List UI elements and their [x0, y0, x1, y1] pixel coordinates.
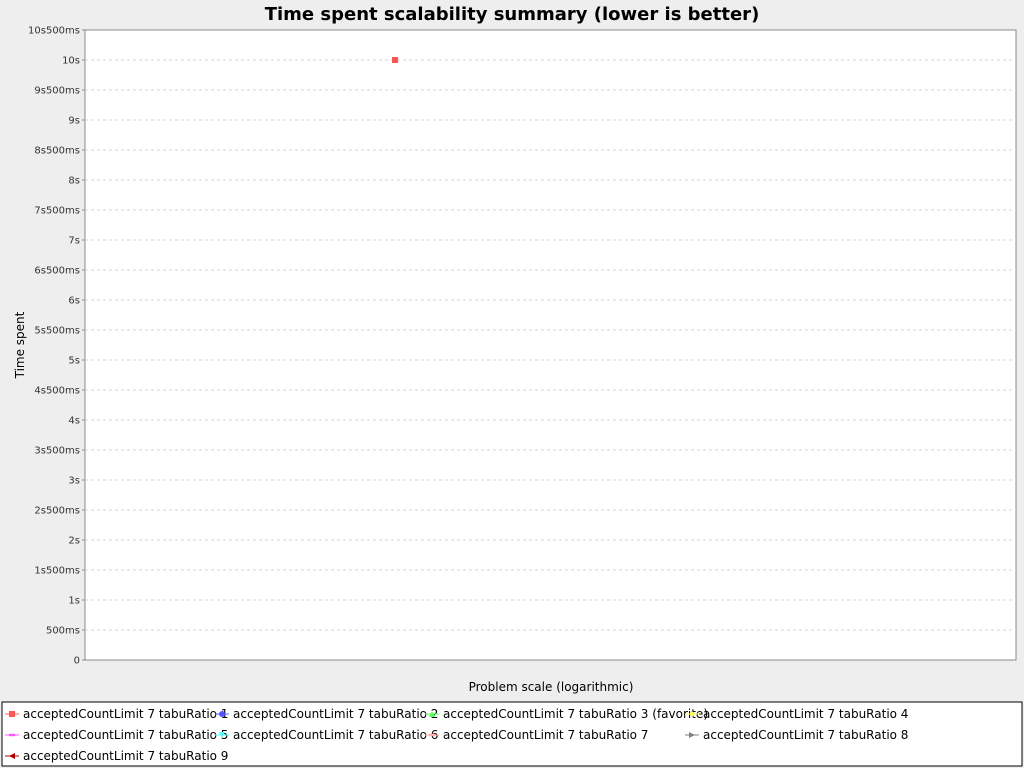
legend-label: acceptedCountLimit 7 tabuRatio 8 [703, 728, 908, 742]
y-tick-label: 3s500ms [34, 446, 80, 457]
y-tick-label: 4s500ms [34, 386, 80, 397]
legend-item: acceptedCountLimit 7 tabuRatio 2 [215, 707, 438, 721]
legend-label: acceptedCountLimit 7 tabuRatio 9 [23, 749, 228, 763]
chart: Time spent scalability summary (lower is… [1, 4, 1023, 767]
legend-marker-icon [9, 733, 15, 737]
legend-label: acceptedCountLimit 7 tabuRatio 7 [443, 728, 648, 742]
y-tick-label: 9s [68, 116, 80, 127]
y-tick-label: 6s500ms [34, 266, 80, 277]
y-tick-label: 4s [68, 416, 80, 427]
legend-item: acceptedCountLimit 7 tabuRatio 1 [5, 707, 228, 721]
legend-item: acceptedCountLimit 7 tabuRatio 6 [215, 728, 438, 742]
plot-area [84, 29, 1017, 661]
legend-marker-icon [429, 733, 435, 737]
legend-label: acceptedCountLimit 7 tabuRatio 6 [233, 728, 438, 742]
y-tick-label: 5s [68, 356, 80, 367]
data-points [392, 57, 399, 63]
chart-title: Time spent scalability summary (lower is… [265, 4, 760, 25]
y-tick-label: 3s [68, 476, 80, 487]
y-tick-label: 10s [62, 56, 80, 67]
legend-label: acceptedCountLimit 7 tabuRatio 1 [23, 707, 228, 721]
y-axis-label: Time spent [13, 311, 27, 379]
y-tick-label: 500ms [46, 626, 80, 637]
legend-item: acceptedCountLimit 7 tabuRatio 8 [685, 728, 908, 742]
y-tick-label: 10s500ms [28, 26, 80, 37]
y-axis-ticks: 0 500ms 1s 1s500ms 2s 2s500ms 3s 3s500ms 4s 4s500… [28, 26, 85, 667]
x-axis-label: Problem scale (logarithmic) [469, 680, 634, 694]
legend-item: acceptedCountLimit 7 tabuRatio 7 [425, 728, 648, 742]
y-tick-label: 2s500ms [34, 506, 80, 517]
y-tick-label: 8s [68, 176, 80, 187]
y-tick-label: 5s500ms [34, 326, 80, 337]
y-tick-label: 8s500ms [34, 146, 80, 157]
y-tick-label: 7s [68, 236, 80, 247]
y-tick-label: 1s500ms [34, 566, 80, 577]
legend-label: acceptedCountLimit 7 tabuRatio 2 [233, 707, 438, 721]
y-tick-label: 0 [74, 656, 80, 667]
y-tick-label: 1s [68, 596, 80, 607]
legend-item: acceptedCountLimit 7 tabuRatio 5 [5, 728, 228, 742]
y-tick-label: 7s500ms [34, 206, 80, 217]
y-tick-label: 6s [68, 296, 80, 307]
legend-label: acceptedCountLimit 7 tabuRatio 3 (favori… [443, 707, 708, 721]
legend-item: acceptedCountLimit 7 tabuRatio 3 (favori… [425, 707, 708, 721]
y-tick-label: 9s500ms [34, 86, 80, 97]
legend-item: acceptedCountLimit 7 tabuRatio 9 [5, 749, 228, 763]
legend-label: acceptedCountLimit 7 tabuRatio 4 [703, 707, 908, 721]
legend-marker-icon [9, 711, 15, 717]
legend-item: acceptedCountLimit 7 tabuRatio 4 [685, 707, 908, 721]
legend-label: acceptedCountLimit 7 tabuRatio 5 [23, 728, 228, 742]
data-point [392, 57, 399, 63]
legend-marker-icon [219, 711, 225, 717]
y-tick-label: 2s [68, 536, 80, 547]
